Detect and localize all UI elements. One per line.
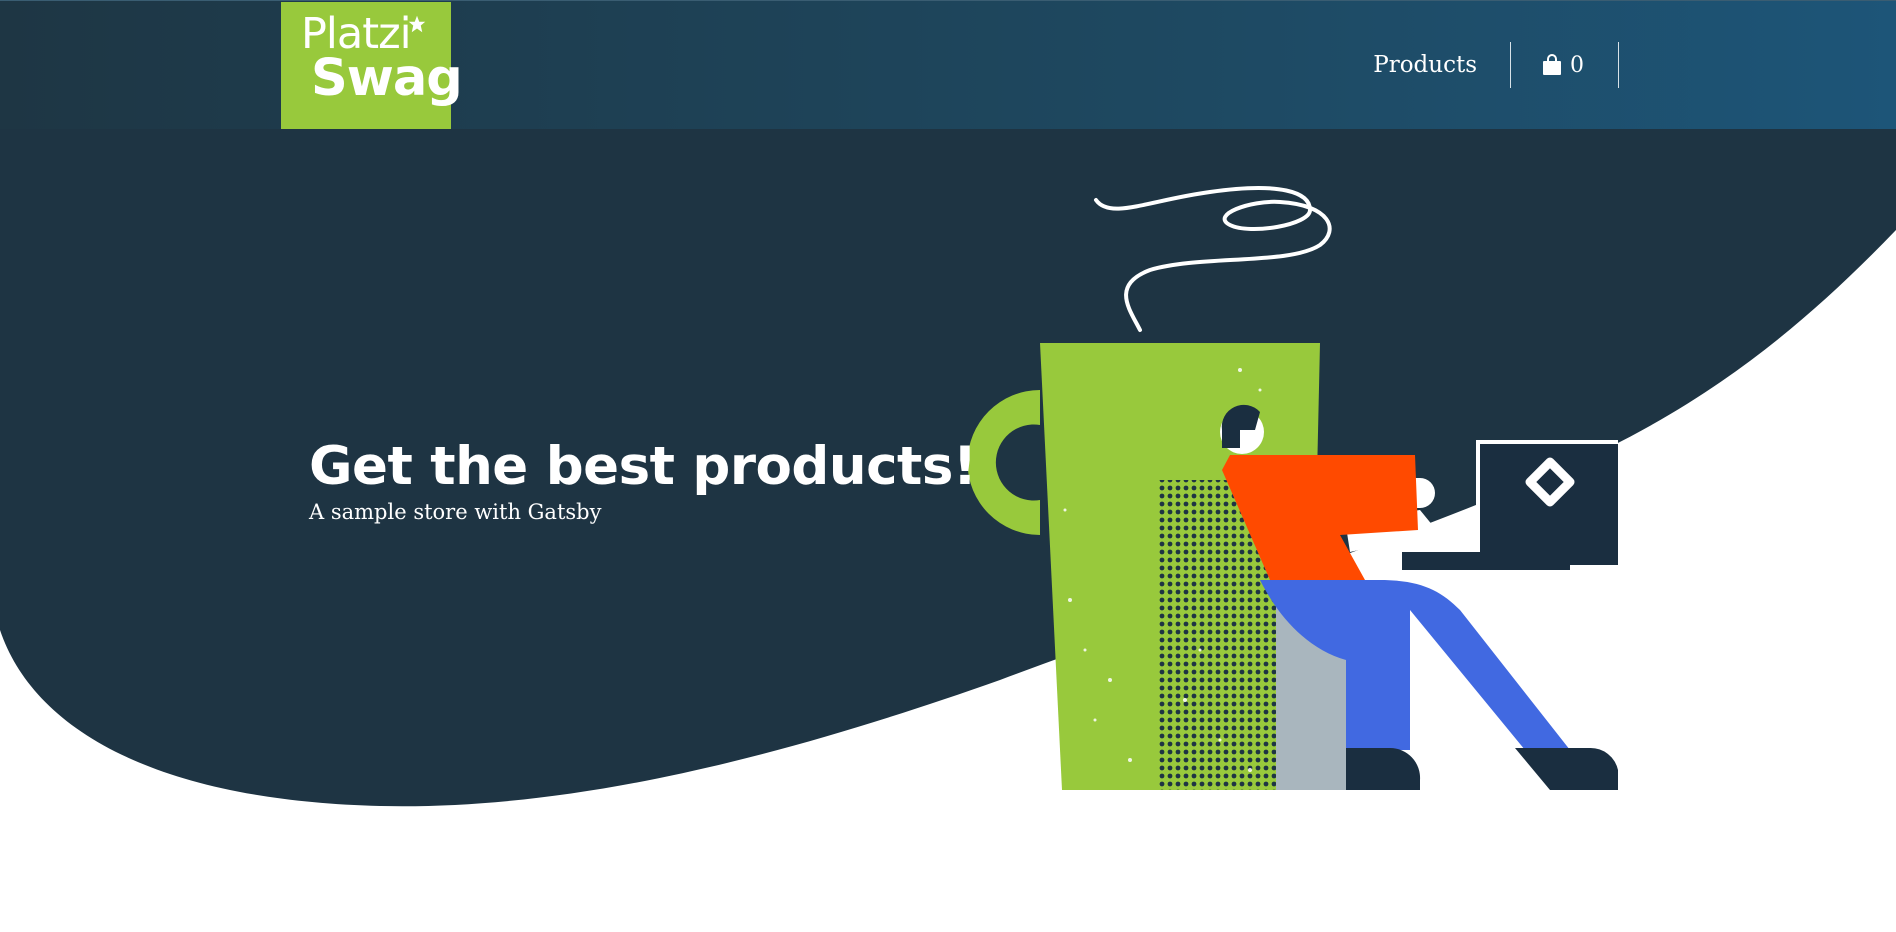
site-header: Platzi Swag Products 0 [0, 0, 1896, 129]
shopping-bag-icon [1543, 54, 1561, 75]
developer-with-coffee-mug-illustration [967, 186, 1618, 790]
hero-subtitle: A sample store with Gatsby [309, 500, 602, 524]
main-nav: Products 0 [1340, 41, 1619, 89]
laptop-base [1402, 552, 1570, 570]
shoe-left [1346, 747, 1421, 790]
nav-divider-end [1618, 42, 1619, 88]
logo-line-swag: Swag [311, 48, 463, 108]
mug-handle [967, 390, 1040, 535]
hero-title: Get the best products! [309, 436, 977, 497]
hero-text-block: Get the best products! A sample store wi… [309, 436, 977, 524]
cart-count: 0 [1570, 52, 1584, 78]
shoe-right [1515, 747, 1618, 790]
platzi-swag-logo[interactable]: Platzi Swag [281, 2, 463, 129]
cart-button[interactable]: 0 [1511, 41, 1618, 89]
steam-line [1094, 186, 1332, 332]
nav-products-link[interactable]: Products [1340, 41, 1510, 89]
star-icon [408, 15, 426, 33]
